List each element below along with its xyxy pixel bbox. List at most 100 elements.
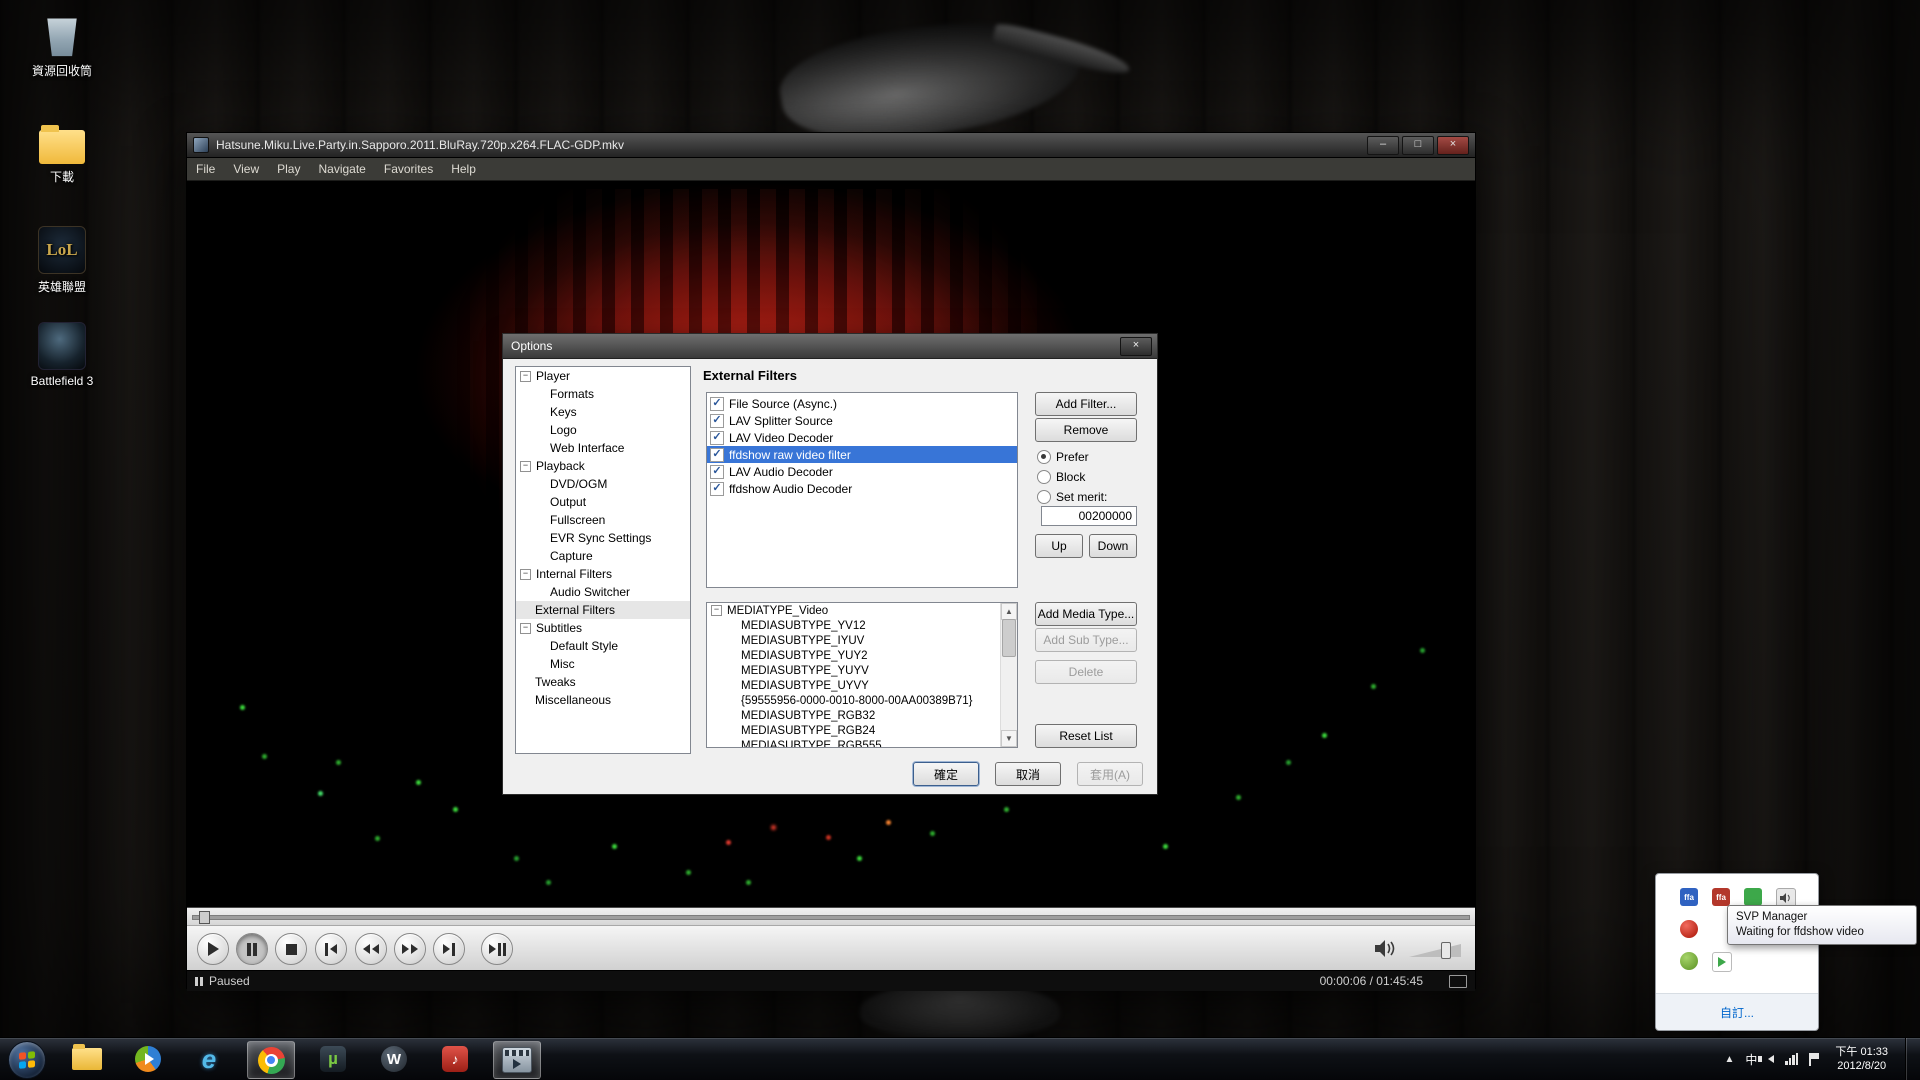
add-media-type-button[interactable]: Add Media Type... bbox=[1035, 602, 1137, 626]
scroll-up-button[interactable]: ▲ bbox=[1001, 603, 1017, 620]
desktop-icon-league-of-legends[interactable]: LoL 英雄聯盟 bbox=[10, 226, 114, 295]
up-button[interactable]: Up bbox=[1035, 534, 1083, 558]
media-subtype-row[interactable]: MEDIASUBTYPE_YUY2 bbox=[707, 648, 1017, 663]
media-subtype-row[interactable]: MEDIASUBTYPE_RGB555 bbox=[707, 738, 1017, 748]
radio-selected-icon[interactable] bbox=[1037, 450, 1051, 464]
tree-item-keys[interactable]: Keys bbox=[516, 403, 690, 421]
reset-list-button[interactable]: Reset List bbox=[1035, 724, 1137, 748]
customize-link[interactable]: 自訂... bbox=[1720, 1004, 1754, 1021]
menu-play[interactable]: Play bbox=[268, 159, 309, 179]
network-icon[interactable] bbox=[1785, 1053, 1798, 1065]
media-subtype-row[interactable]: MEDIASUBTYPE_RGB32 bbox=[707, 708, 1017, 723]
taskbar-utorrent[interactable]: µ bbox=[310, 1041, 356, 1077]
taskbar-mpc[interactable] bbox=[493, 1041, 541, 1079]
media-subtype-row[interactable]: MEDIASUBTYPE_RGB24 bbox=[707, 723, 1017, 738]
filter-row[interactable]: ✓File Source (Async.) bbox=[707, 395, 1017, 412]
svp-manager-icon[interactable] bbox=[1744, 888, 1762, 906]
fast-forward-button[interactable] bbox=[394, 933, 426, 965]
tree-item-default-style[interactable]: Default Style bbox=[516, 637, 690, 655]
ffdshow-video-icon[interactable]: ffa bbox=[1712, 888, 1730, 906]
tree-item-evr-sync[interactable]: EVR Sync Settings bbox=[516, 529, 690, 547]
close-button[interactable]: × bbox=[1437, 136, 1469, 155]
ok-button[interactable]: 確定 bbox=[913, 762, 979, 786]
checkbox-checked[interactable]: ✓ bbox=[710, 465, 724, 479]
media-list-scrollbar[interactable]: ▲ ▼ bbox=[1000, 603, 1017, 747]
volume-slider-thumb[interactable] bbox=[1441, 942, 1451, 959]
player-titlebar[interactable]: Hatsune.Miku.Live.Party.in.Sapporo.2011.… bbox=[187, 133, 1475, 158]
minimize-button[interactable]: – bbox=[1367, 136, 1399, 155]
volume-slider[interactable] bbox=[1409, 944, 1461, 957]
checkbox-checked[interactable]: ✓ bbox=[710, 414, 724, 428]
media-subtype-row[interactable]: MEDIASUBTYPE_IYUV bbox=[707, 633, 1017, 648]
seek-track[interactable] bbox=[192, 915, 1470, 920]
tree-item-player[interactable]: −Player bbox=[516, 367, 690, 385]
ime-language-badge[interactable]: 中 bbox=[1745, 1051, 1757, 1068]
pause-button[interactable] bbox=[236, 933, 268, 965]
skip-back-button[interactable] bbox=[315, 933, 347, 965]
scroll-down-button[interactable]: ▼ bbox=[1001, 730, 1017, 747]
taskbar-chrome[interactable] bbox=[247, 1041, 295, 1079]
checkbox-checked[interactable]: ✓ bbox=[710, 431, 724, 445]
tree-item-logo[interactable]: Logo bbox=[516, 421, 690, 439]
dialog-titlebar[interactable]: Options × bbox=[503, 334, 1157, 359]
checkbox-checked[interactable]: ✓ bbox=[710, 397, 724, 411]
start-button[interactable] bbox=[8, 1041, 46, 1079]
tree-item-internal-filters[interactable]: −Internal Filters bbox=[516, 565, 690, 583]
tree-item-misc[interactable]: Misc bbox=[516, 655, 690, 673]
seek-thumb[interactable] bbox=[199, 911, 210, 924]
clock[interactable]: 下午 01:33 2012/8/20 bbox=[1835, 1045, 1888, 1073]
tree-item-subtitles[interactable]: −Subtitles bbox=[516, 619, 690, 637]
desktop-icon-battlefield3[interactable]: Battlefield 3 bbox=[10, 322, 114, 388]
media-subtype-row[interactable]: {59555956-0000-0010-8000-00AA00389B71} bbox=[707, 693, 1017, 708]
checkbox-checked[interactable]: ✓ bbox=[710, 448, 724, 462]
rewind-button[interactable] bbox=[355, 933, 387, 965]
dialog-close-button[interactable]: × bbox=[1120, 337, 1152, 356]
down-button[interactable]: Down bbox=[1089, 534, 1137, 558]
filter-row[interactable]: ✓LAV Video Decoder bbox=[707, 429, 1017, 446]
media-type-root[interactable]: −MEDIATYPE_Video bbox=[707, 603, 1017, 618]
tree-item-miscellaneous[interactable]: Miscellaneous bbox=[516, 691, 690, 709]
menu-help[interactable]: Help bbox=[442, 159, 485, 179]
media-subtype-row[interactable]: MEDIASUBTYPE_YUYV bbox=[707, 663, 1017, 678]
ffdshow-audio-icon[interactable]: ffa bbox=[1680, 888, 1698, 906]
collapse-icon[interactable]: − bbox=[520, 569, 531, 580]
radio-icon[interactable] bbox=[1037, 470, 1051, 484]
collapse-icon[interactable]: − bbox=[520, 461, 531, 472]
filter-row[interactable]: ✓LAV Splitter Source bbox=[707, 412, 1017, 429]
menu-favorites[interactable]: Favorites bbox=[375, 159, 442, 179]
red-app-tray-icon[interactable] bbox=[1680, 920, 1698, 938]
taskbar-wmp[interactable] bbox=[125, 1041, 171, 1077]
tree-item-output[interactable]: Output bbox=[516, 493, 690, 511]
filter-row-selected[interactable]: ✓ffdshow raw video filter bbox=[707, 446, 1017, 463]
play-button[interactable] bbox=[197, 933, 229, 965]
menu-navigate[interactable]: Navigate bbox=[309, 159, 374, 179]
tree-item-fullscreen[interactable]: Fullscreen bbox=[516, 511, 690, 529]
taskbar-explorer[interactable] bbox=[64, 1041, 110, 1077]
cancel-button[interactable]: 取消 bbox=[995, 762, 1061, 786]
seek-bar[interactable] bbox=[187, 907, 1475, 925]
menu-view[interactable]: View bbox=[224, 159, 268, 179]
checkbox-checked[interactable]: ✓ bbox=[710, 482, 724, 496]
tree-item-web-interface[interactable]: Web Interface bbox=[516, 439, 690, 457]
collapse-icon[interactable]: − bbox=[520, 623, 531, 634]
tree-item-tweaks[interactable]: Tweaks bbox=[516, 673, 690, 691]
scroll-thumb[interactable] bbox=[1002, 619, 1016, 657]
skip-forward-button[interactable] bbox=[433, 933, 465, 965]
hidden-icons-button[interactable]: ▲ bbox=[1724, 1054, 1734, 1065]
tree-item-capture[interactable]: Capture bbox=[516, 547, 690, 565]
action-center-flag-icon[interactable] bbox=[1809, 1053, 1820, 1066]
tree-item-external-filters[interactable]: External Filters bbox=[516, 601, 690, 619]
tree-item-audio-switcher[interactable]: Audio Switcher bbox=[516, 583, 690, 601]
taskbar-w-app[interactable]: W bbox=[371, 1041, 417, 1077]
desktop-icon-recycle-bin[interactable]: 資源回收筒 bbox=[10, 12, 114, 79]
stop-button[interactable] bbox=[275, 933, 307, 965]
tree-item-dvd-ogm[interactable]: DVD/OGM bbox=[516, 475, 690, 493]
prefer-radio[interactable]: Prefer bbox=[1037, 450, 1089, 464]
media-subtype-row[interactable]: MEDIASUBTYPE_YV12 bbox=[707, 618, 1017, 633]
filter-row[interactable]: ✓LAV Audio Decoder bbox=[707, 463, 1017, 480]
tree-item-formats[interactable]: Formats bbox=[516, 385, 690, 403]
block-radio[interactable]: Block bbox=[1037, 470, 1085, 484]
green-play-tray-icon[interactable] bbox=[1712, 952, 1732, 972]
set-merit-radio[interactable]: Set merit: bbox=[1037, 490, 1107, 504]
maximize-button[interactable]: □ bbox=[1402, 136, 1434, 155]
